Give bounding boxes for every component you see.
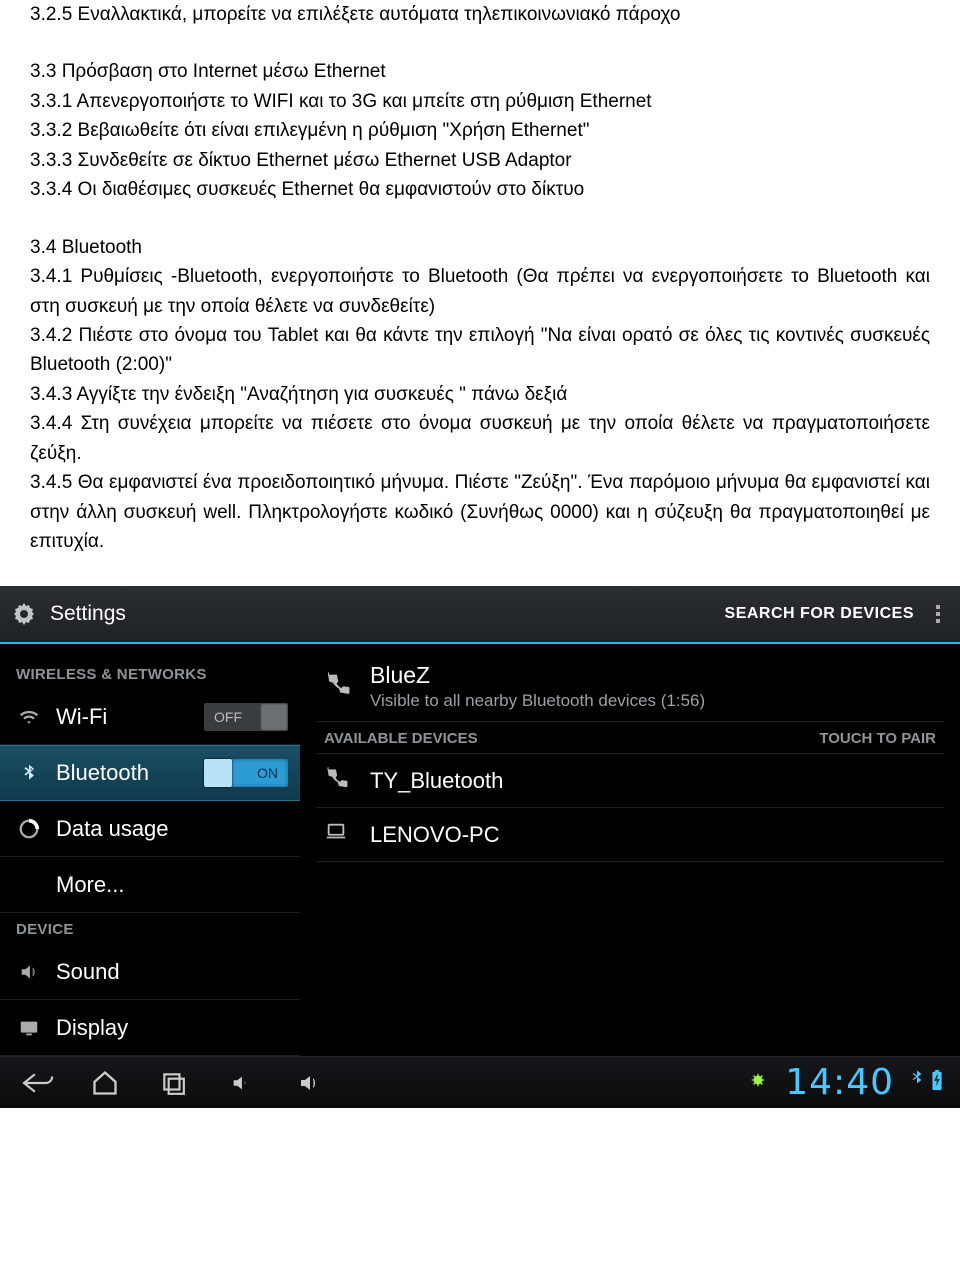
usb-debug-icon[interactable] (749, 1071, 769, 1094)
sidebar-item-sound[interactable]: Sound (0, 944, 300, 1000)
status-battery-icon (930, 1069, 944, 1096)
p-3-4-5: 3.4.5 Θα εμφανιστεί ένα προειδοποιητικό … (30, 468, 930, 556)
p-3-3-1: 3.3.1 Απενεργοποιήστε το WIFI και το 3G … (30, 87, 930, 116)
volume-up-button[interactable] (288, 1063, 330, 1103)
device-row[interactable]: TY_Bluetooth (316, 754, 944, 808)
sidebar-item-data-usage[interactable]: Data usage (0, 801, 300, 857)
volume-down-button[interactable] (220, 1063, 262, 1103)
p-3-4-4: 3.4.4 Στη συνέχεια μπορείτε να πιέσετε σ… (30, 409, 930, 468)
status-clock[interactable]: 14:40 (779, 1062, 900, 1103)
device-name: TY_Bluetooth (370, 768, 503, 794)
home-button[interactable] (84, 1063, 126, 1103)
bluetooth-icon (16, 761, 42, 785)
p-3-4-1: 3.4.1 Ρυθμίσεις -Bluetooth, ενεργοποιήστ… (30, 262, 930, 321)
sidebar-item-label: Data usage (56, 816, 288, 842)
sound-icon (16, 960, 42, 984)
device-row[interactable]: LENOVO-PC (316, 808, 944, 862)
p-3-2-5: 3.2.5 Εναλλακτικά, μπορείτε να επιλέξετε… (30, 0, 930, 29)
sidebar-item-label: Display (56, 1015, 288, 1041)
sidebar-item-more[interactable]: More... (0, 857, 300, 913)
sidebar-item-bluetooth[interactable]: Bluetooth ON (0, 745, 300, 801)
sidebar-item-wifi[interactable]: Wi-Fi OFF (0, 689, 300, 745)
p-3-3-4: 3.3.4 Οι διαθέσιμες συσκευές Ethernet θα… (30, 175, 930, 204)
display-icon (16, 1016, 42, 1040)
laptop-icon (322, 821, 352, 849)
section-device: DEVICE (0, 913, 300, 944)
p-3-3-3: 3.3.3 Συνδεθείτε σε δίκτυο Ethernet μέσω… (30, 146, 930, 175)
p-3-4-2: 3.4.2 Πιέστε στο όνομα του Tablet και θα… (30, 321, 930, 380)
header-available: AVAILABLE DEVICES (324, 730, 478, 747)
device-list-headers: AVAILABLE DEVICES TOUCH TO PAIR (316, 721, 944, 754)
section-wireless-networks: WIRELESS & NETWORKS (0, 658, 300, 689)
p-3-3-2: 3.3.2 Βεβαιωθείτε ότι είναι επιλεγμένη η… (30, 116, 930, 145)
own-device-name: BlueZ (370, 662, 705, 689)
data-usage-icon (16, 817, 42, 841)
document-body: 3.2.5 Εναλλακτικά, μπορείτε να επιλέξετε… (0, 0, 960, 576)
back-button[interactable] (16, 1063, 58, 1103)
p-3-4-3: 3.4.3 Αγγίξτε την ένδειξη "Αναζήτηση για… (30, 380, 930, 409)
own-device-visibility: Visible to all nearby Bluetooth devices … (370, 691, 705, 711)
recent-apps-button[interactable] (152, 1063, 194, 1103)
android-settings-screenshot: Settings SEARCH FOR DEVICES WIRELESS & N… (0, 586, 960, 1108)
phone-icon (322, 670, 352, 703)
h-3-3: 3.3 Πρόσβαση στο Internet μέσω Ethernet (30, 57, 930, 86)
settings-title: Settings (50, 602, 126, 626)
action-bar: Settings SEARCH FOR DEVICES (0, 586, 960, 644)
sidebar-item-label: Sound (56, 959, 288, 985)
wifi-icon (16, 705, 42, 729)
h-3-4: 3.4 Bluetooth (30, 233, 930, 262)
overflow-menu-icon[interactable] (928, 605, 948, 623)
sidebar-item-label: Bluetooth (56, 760, 204, 786)
sidebar-item-display[interactable]: Display (0, 1000, 300, 1056)
search-for-devices-button[interactable]: SEARCH FOR DEVICES (725, 605, 914, 623)
bluetooth-toggle[interactable]: ON (204, 759, 288, 787)
wifi-toggle[interactable]: OFF (204, 703, 288, 731)
bluetooth-panel: BlueZ Visible to all nearby Bluetooth de… (300, 644, 960, 1056)
settings-icon (12, 602, 36, 626)
phone-icon (322, 765, 352, 797)
sidebar-item-label: More... (56, 872, 288, 898)
own-device-row[interactable]: BlueZ Visible to all nearby Bluetooth de… (316, 658, 944, 721)
settings-sidebar: WIRELESS & NETWORKS Wi-Fi OFF Bluetooth … (0, 644, 300, 1056)
header-touch-to-pair: TOUCH TO PAIR (819, 730, 936, 747)
spacer-icon (16, 873, 42, 897)
status-bluetooth-icon (910, 1069, 924, 1096)
sidebar-item-label: Wi-Fi (56, 704, 204, 730)
system-nav-bar: 14:40 (0, 1056, 960, 1108)
device-name: LENOVO-PC (370, 822, 500, 848)
